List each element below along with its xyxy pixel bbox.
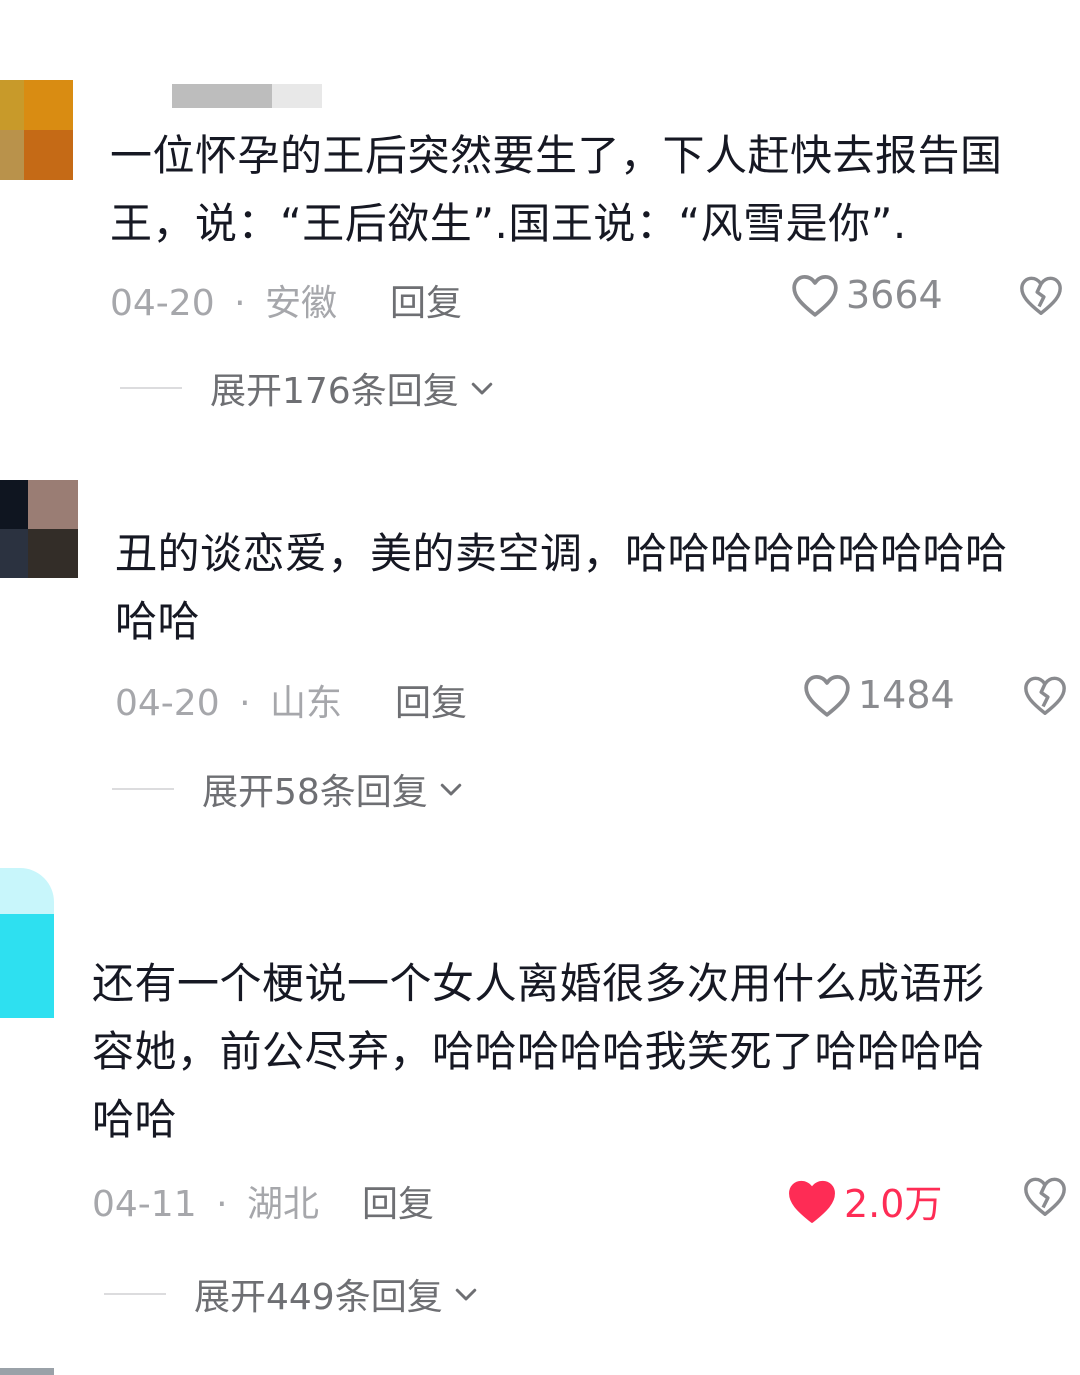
comment-text-line: 丑的谈恋爱，美的卖空调，哈哈哈哈哈哈哈哈哈 xyxy=(115,529,1008,578)
expand-replies-button[interactable]: 展开449条回复 xyxy=(104,1268,481,1320)
avatar[interactable] xyxy=(0,80,73,180)
comment-location: 安徽 xyxy=(264,283,337,324)
meta-separator: · xyxy=(234,283,246,324)
like-button[interactable]: 2.0万 xyxy=(786,1173,942,1228)
divider xyxy=(120,387,182,389)
broken-heart-icon[interactable] xyxy=(1022,1173,1068,1219)
expand-replies-label: 展开176条回复 xyxy=(210,371,459,412)
comment-location: 湖北 xyxy=(246,1184,319,1225)
divider xyxy=(104,1293,166,1295)
broken-heart-icon[interactable] xyxy=(1018,272,1064,318)
reply-button[interactable]: 回复 xyxy=(395,674,467,726)
divider xyxy=(112,788,174,790)
like-count: 1484 xyxy=(858,673,955,717)
reply-button[interactable]: 回复 xyxy=(390,274,462,326)
comment-meta: 04-20 · 安徽 xyxy=(110,274,337,326)
chevron-down-icon xyxy=(471,382,492,395)
comment-text-line: 还有一个梗说一个女人离婚很多次用什么成语形 xyxy=(92,959,985,1008)
expand-replies-button[interactable]: 展开58条回复 xyxy=(112,763,466,815)
like-count: 2.0万 xyxy=(844,1182,943,1226)
like-button[interactable]: 3664 xyxy=(790,272,943,318)
heart-icon xyxy=(789,1180,835,1223)
heart-icon xyxy=(792,275,838,317)
broken-heart-icon[interactable] xyxy=(1022,672,1068,718)
avatar[interactable] xyxy=(0,1368,54,1375)
expand-replies-label: 展开449条回复 xyxy=(194,1277,443,1318)
expand-replies-label: 展开58条回复 xyxy=(202,772,428,813)
like-count: 3664 xyxy=(846,273,943,317)
reply-button[interactable]: 回复 xyxy=(362,1175,434,1227)
username-redacted xyxy=(172,84,322,108)
comment-date: 04-20 xyxy=(110,283,215,324)
like-button[interactable]: 1484 xyxy=(802,672,955,718)
comment-location: 山东 xyxy=(269,683,342,724)
comment-date: 04-20 xyxy=(115,683,220,724)
comment-text-line: 一位怀孕的王后突然要生了，下人赶快去报告国 xyxy=(110,131,1003,180)
comment-date: 04-11 xyxy=(92,1184,197,1225)
comment-text-line: 王，说：“王后欲生”.国王说：“风雪是你”. xyxy=(110,199,907,248)
expand-replies-button[interactable]: 展开176条回复 xyxy=(120,362,497,414)
comment-meta: 04-20 · 山东 xyxy=(115,674,342,726)
comment-text-line: 容她，前公尽弃，哈哈哈哈哈我笑死了哈哈哈哈 xyxy=(92,1027,985,1076)
chevron-down-icon xyxy=(440,783,462,796)
comment-text-line: 哈哈 xyxy=(92,1095,178,1144)
meta-separator: · xyxy=(239,683,251,724)
comment-meta: 04-11 · 湖北 xyxy=(92,1175,319,1227)
heart-icon xyxy=(804,675,850,717)
avatar[interactable] xyxy=(0,868,54,1018)
meta-separator: · xyxy=(216,1184,228,1225)
avatar[interactable] xyxy=(0,480,78,578)
chevron-down-icon xyxy=(455,1288,476,1301)
comment-text-line: 哈哈 xyxy=(115,597,201,646)
